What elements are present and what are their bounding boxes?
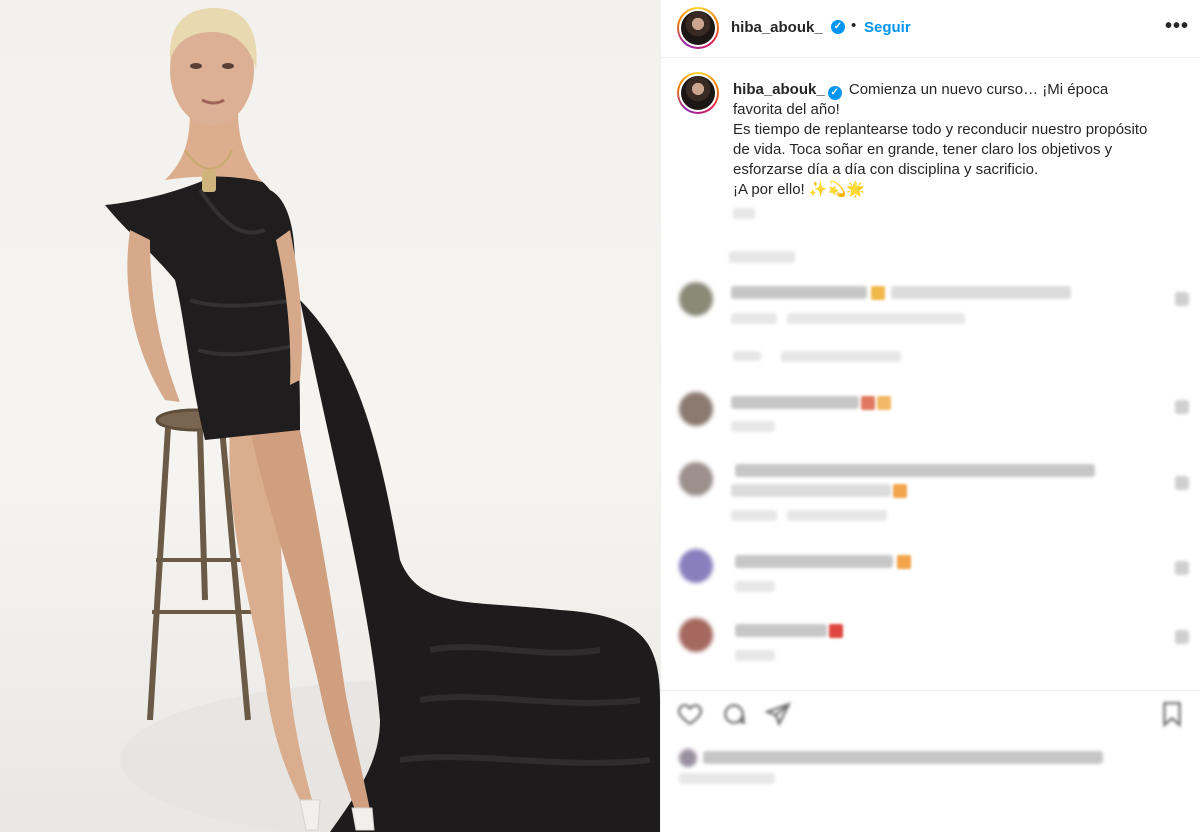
- caption-line-3: ¡A por ello! ✨💫🌟: [733, 181, 865, 198]
- comment-meta-blurred: [731, 421, 775, 432]
- caption-text: hiba_abouk_ ✓ Comienza un nuevo curso… ¡M…: [733, 80, 1153, 200]
- emoji-icon: [877, 396, 891, 410]
- verified-badge-icon: ✓: [827, 86, 842, 100]
- post-date-blurred: [679, 773, 775, 784]
- comment-meta-blurred: [731, 313, 777, 324]
- like-comment-heart-icon[interactable]: [1175, 561, 1189, 575]
- view-translation-blurred[interactable]: [729, 251, 795, 263]
- comment-username-blurred[interactable]: [731, 396, 859, 409]
- comment-item: [661, 549, 1200, 609]
- post-photo-illustration: [105, 8, 660, 832]
- comment-avatar[interactable]: [679, 392, 713, 426]
- post-username[interactable]: hiba_abouk_: [731, 19, 823, 36]
- comment-avatar[interactable]: [679, 462, 713, 496]
- replies-line-blurred: [733, 351, 761, 361]
- comment-item: [661, 616, 1200, 676]
- profile-photo-icon: [679, 9, 717, 47]
- comment-username-blurred[interactable]: [735, 555, 893, 568]
- more-options-icon[interactable]: •••: [1165, 15, 1189, 38]
- emoji-icon: [871, 286, 885, 300]
- avatar[interactable]: [677, 7, 719, 49]
- comment-item: [661, 280, 1200, 340]
- emoji-icon: [897, 555, 911, 569]
- comment-meta-blurred: [787, 313, 965, 324]
- caption-username[interactable]: hiba_abouk_: [733, 81, 825, 98]
- caption-timestamp-blurred: [733, 208, 755, 219]
- profile-photo-icon: [679, 74, 717, 112]
- separator-dot: •: [851, 17, 857, 34]
- comment-text-blurred: [731, 484, 891, 497]
- bookmark-icon[interactable]: [1159, 701, 1185, 727]
- comment-avatar[interactable]: [679, 549, 713, 583]
- like-comment-heart-icon[interactable]: [1175, 400, 1189, 414]
- post-side-panel: hiba_abouk_ ✓ • Seguir ••• hiba_abouk_ ✓ …: [660, 0, 1200, 832]
- caption-line-2: Es tiempo de replantearse todo y recondu…: [733, 121, 1148, 178]
- comment-avatar[interactable]: [679, 282, 713, 316]
- verified-badge-icon: ✓: [831, 20, 845, 34]
- like-comment-heart-icon[interactable]: [1175, 476, 1189, 490]
- post-header: hiba_abouk_ ✓ • Seguir •••: [661, 0, 1200, 58]
- comment-item: [661, 392, 1200, 452]
- liker-avatar[interactable]: [679, 749, 697, 767]
- post-actions: [661, 690, 1200, 832]
- caption-avatar[interactable]: [677, 72, 719, 114]
- post-photo[interactable]: [0, 0, 660, 832]
- emoji-icon: [829, 624, 843, 638]
- comment-text-blurred: [735, 464, 1095, 477]
- comment-username-blurred[interactable]: [731, 286, 867, 299]
- emoji-icon: [861, 396, 875, 410]
- likes-summary-blurred[interactable]: [703, 751, 1103, 764]
- emoji-icon: [893, 484, 907, 498]
- comment-icon[interactable]: [721, 701, 747, 727]
- view-replies-blurred[interactable]: [781, 351, 901, 362]
- comment-meta-blurred: [735, 581, 775, 592]
- heart-icon[interactable]: [677, 701, 703, 727]
- comment-avatar[interactable]: [679, 618, 713, 652]
- comment-text-blurred: [891, 286, 1071, 299]
- comment-meta-blurred: [731, 510, 777, 521]
- comment-item: [661, 462, 1200, 522]
- comment-meta-blurred: [787, 510, 887, 521]
- share-icon[interactable]: [765, 701, 791, 727]
- comment-username-blurred[interactable]: [735, 624, 827, 637]
- follow-button[interactable]: Seguir: [864, 19, 911, 36]
- like-comment-heart-icon[interactable]: [1175, 292, 1189, 306]
- like-comment-heart-icon[interactable]: [1175, 630, 1189, 644]
- comment-meta-blurred: [735, 650, 775, 661]
